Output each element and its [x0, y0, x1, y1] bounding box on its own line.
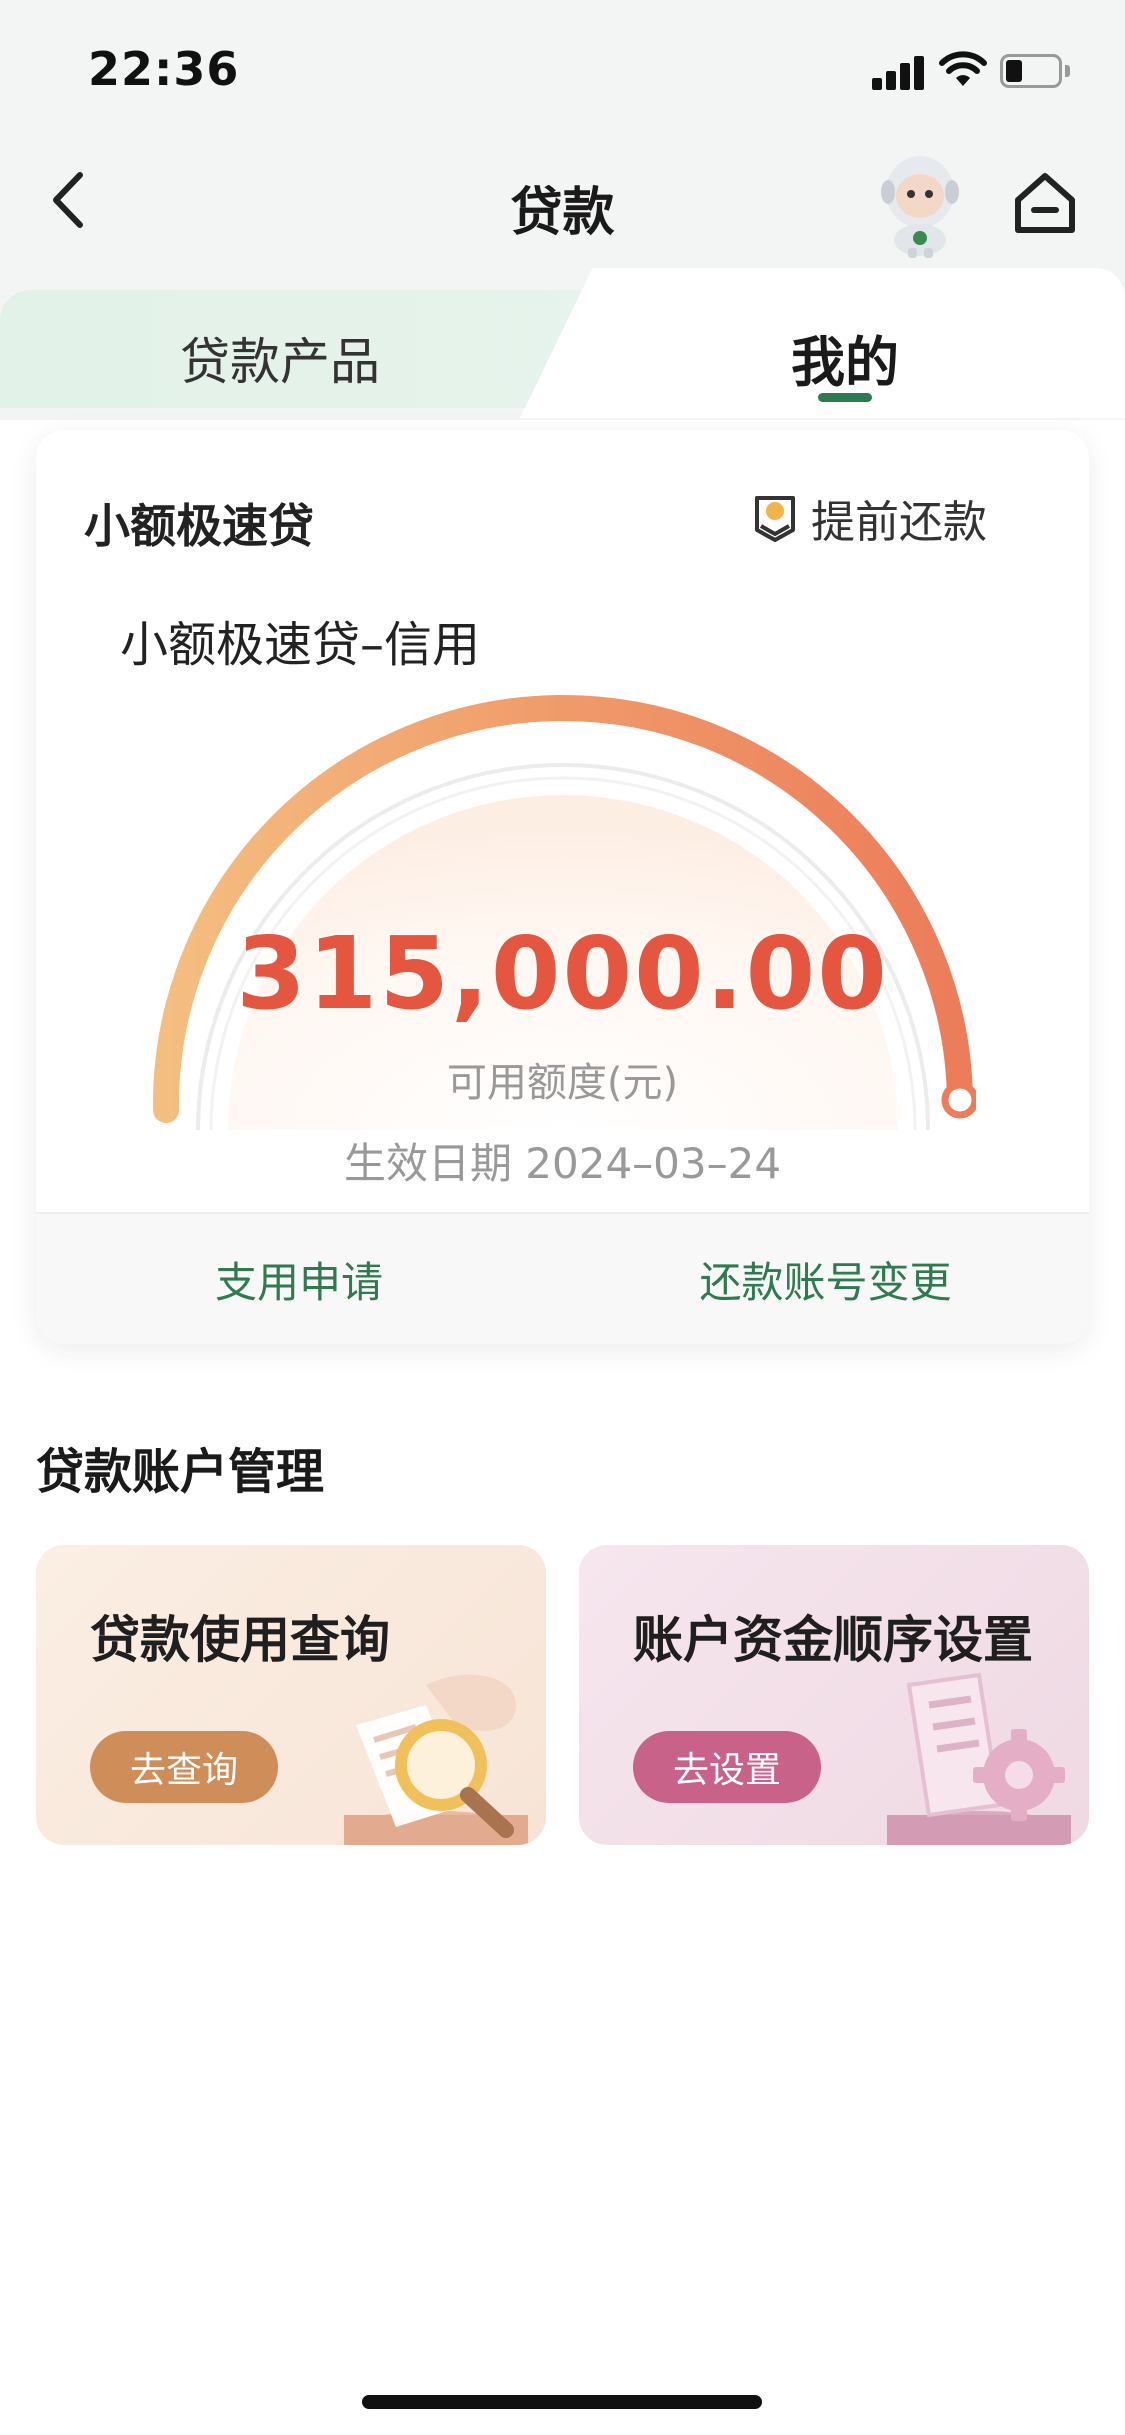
prepay-button[interactable]: 提前还款 [751, 486, 987, 550]
tab-loan-products-label[interactable]: 贷款产品 [0, 322, 560, 394]
go-settings-button[interactable]: 去设置 [633, 1731, 821, 1803]
home-indicator[interactable] [362, 2395, 762, 2409]
account-fund-order-tile[interactable]: 账户资金顺序设置 去设置 [579, 1545, 1089, 1845]
go-query-button[interactable]: 去查询 [90, 1731, 278, 1803]
signal-icon [872, 54, 928, 90]
product-name: 小额极速贷–信用 [120, 617, 481, 673]
tab-active-indicator [818, 393, 872, 402]
tab-mine-label[interactable]: 我的 [690, 318, 1000, 397]
section-title: 贷款账户管理 [36, 1444, 325, 1500]
status-bar: 22:36 [0, 0, 1125, 140]
magnifier-document-icon [344, 1674, 528, 1845]
change-repayment-account-button[interactable]: 还款账号变更 [562, 1214, 1089, 1344]
loan-usage-query-tile[interactable]: 贷款使用查询 去查询 [36, 1545, 546, 1845]
loan-card: 小额极速贷 提前还款 小额极速贷–信用 315,000.00 可用额度(元) 生… [36, 430, 1089, 1344]
card-title: 小额极速贷 [84, 499, 314, 553]
available-amount: 315,000.00 [236, 915, 889, 1032]
apply-button[interactable]: 支用申请 [36, 1214, 562, 1344]
effective-date: 生效日期 2024–03–24 [343, 1139, 782, 1188]
mascot-icon[interactable] [870, 148, 970, 258]
battery-icon [1000, 54, 1070, 88]
tile-title: 账户资金顺序设置 [633, 1611, 1033, 1669]
phone-gear-icon [887, 1672, 1071, 1845]
prepay-label[interactable]: 提前还款 [811, 486, 987, 550]
status-time: 22:36 [88, 42, 240, 96]
home-icon[interactable] [1010, 168, 1080, 238]
prepay-icon [755, 496, 795, 542]
available-amount-label: 可用额度(元) [446, 1060, 679, 1106]
card-actions: 支用申请 还款账号变更 [36, 1214, 1089, 1344]
wifi-icon [939, 51, 987, 86]
tile-title: 贷款使用查询 [90, 1611, 390, 1669]
